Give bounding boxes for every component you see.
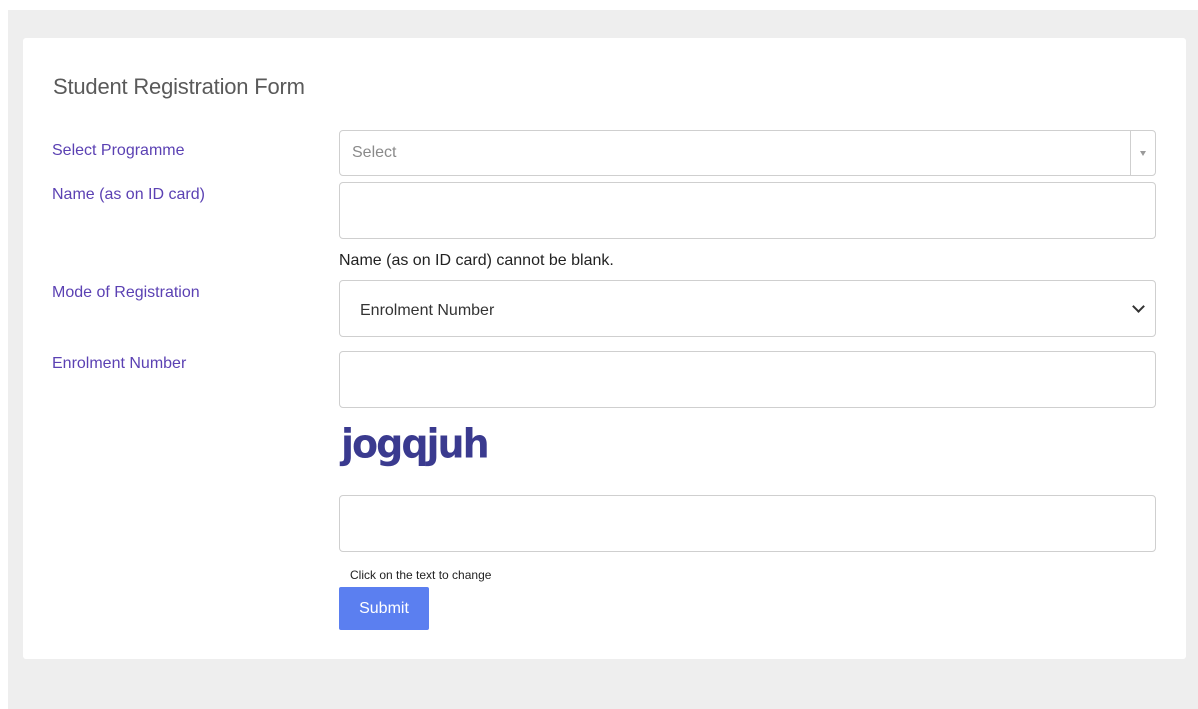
programme-select-toggle[interactable] (1130, 131, 1155, 175)
submit-button[interactable]: Submit (339, 587, 429, 630)
enrolment-input[interactable] (339, 351, 1156, 408)
chevron-down-icon (1132, 300, 1145, 313)
mode-select[interactable]: Enrolment Number (339, 280, 1156, 337)
mode-select-value: Enrolment Number (360, 302, 495, 319)
programme-label: Select Programme (52, 142, 185, 159)
name-error-message: Name (as on ID card) cannot be blank. (339, 252, 614, 269)
form-title: Student Registration Form (53, 74, 305, 99)
caret-down-icon (1140, 150, 1146, 156)
programme-select[interactable]: Select (339, 130, 1156, 176)
name-label: Name (as on ID card) (52, 186, 205, 203)
mode-label: Mode of Registration (52, 284, 200, 301)
registration-card: Student Registration Form Select Program… (23, 38, 1186, 659)
captcha-image[interactable]: jogqjuh (341, 421, 490, 467)
programme-select-placeholder: Select (352, 144, 397, 161)
captcha-input[interactable] (339, 495, 1156, 552)
enrolment-label: Enrolment Number (52, 355, 187, 372)
name-input[interactable] (339, 182, 1156, 239)
captcha-hint: Click on the text to change (350, 568, 492, 582)
